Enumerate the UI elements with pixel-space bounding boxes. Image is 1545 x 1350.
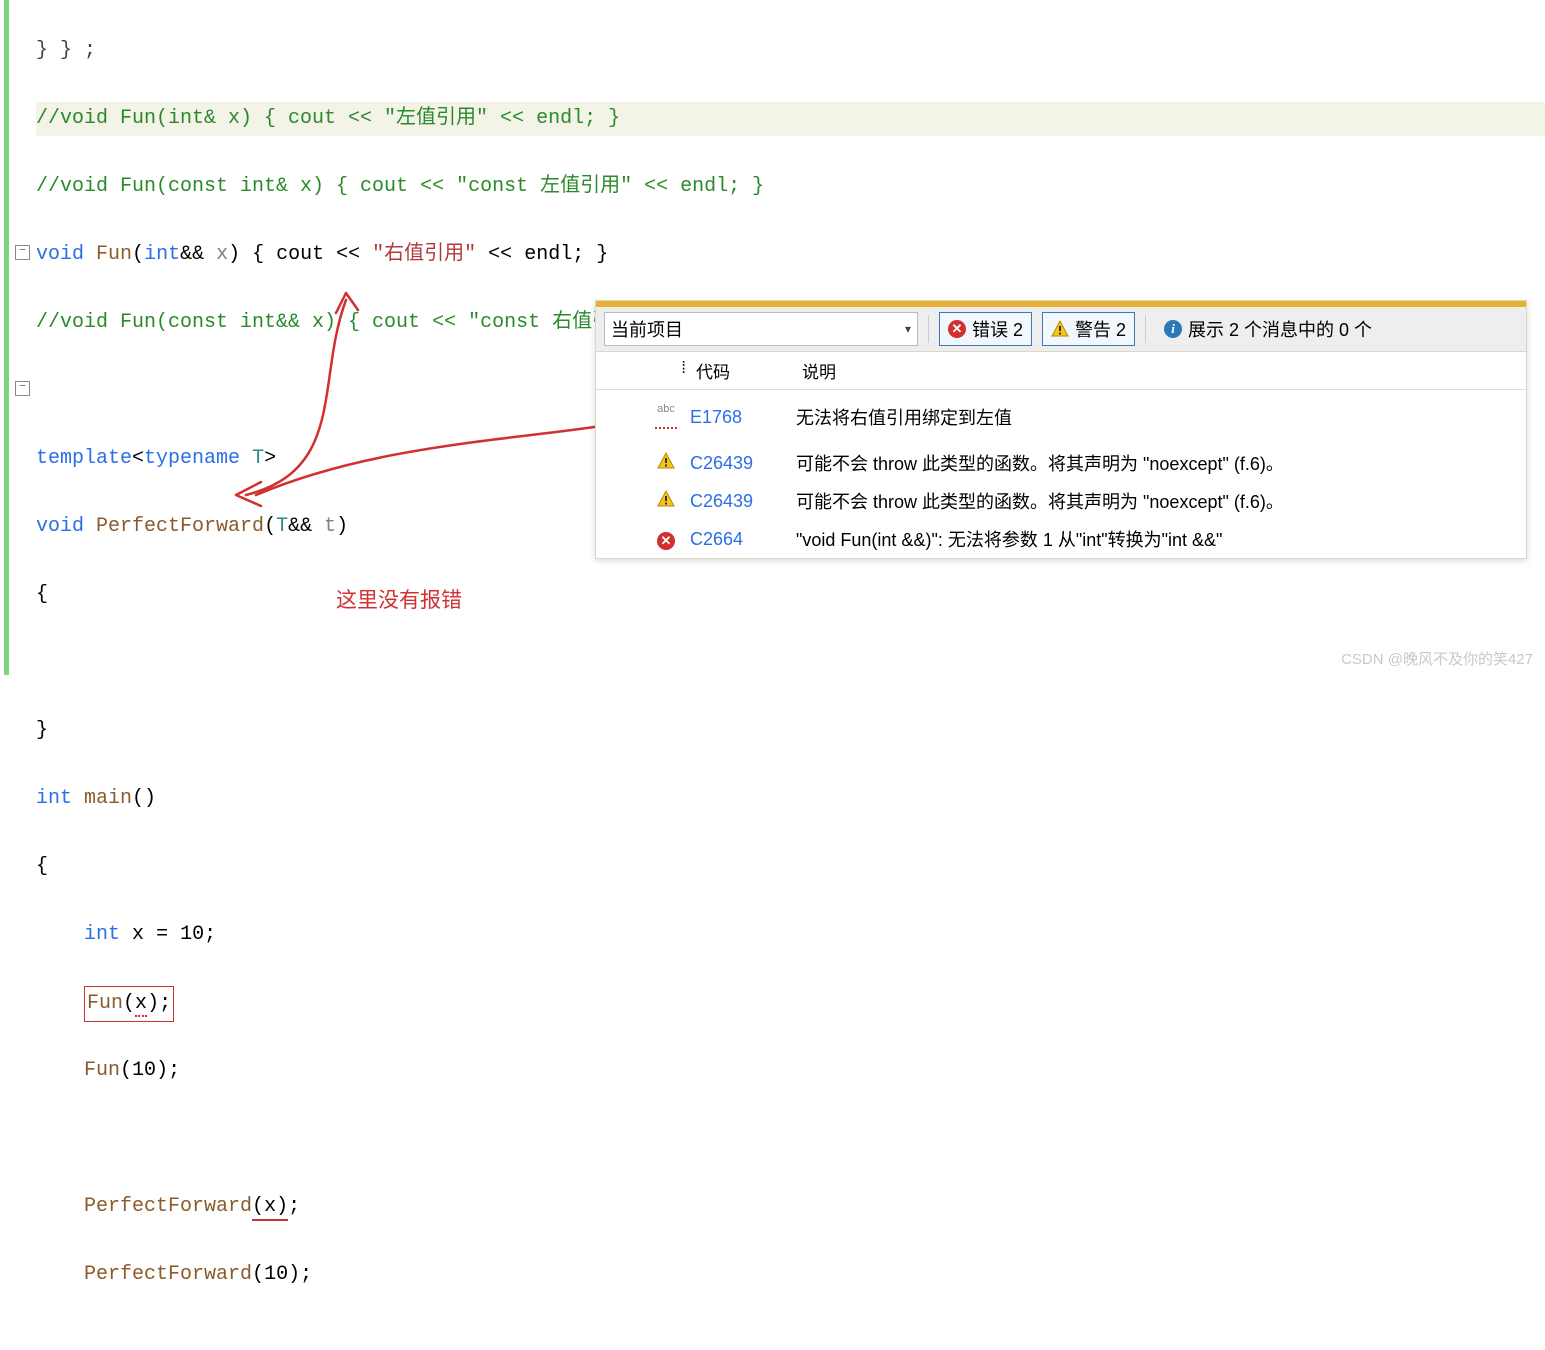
- error-list-toolbar: 当前项目 ▾ ✕ 错误 2 警告 2 i 展示 2 个消息中的 0 个: [596, 307, 1526, 352]
- code-comment: //void Fun(int& x) { cout << "左值引用" << e…: [36, 107, 620, 130]
- error-description: 可能不会 throw 此类型的函数。将其声明为 "noexcept" (f.6)…: [790, 450, 1526, 476]
- fold-column[interactable]: − −: [12, 0, 36, 675]
- error-list-header: ⁞ 代码 说明: [596, 352, 1526, 390]
- fold-toggle[interactable]: −: [15, 381, 30, 396]
- warnings-filter-button[interactable]: 警告 2: [1042, 312, 1135, 346]
- error-list-panel: 当前项目 ▾ ✕ 错误 2 警告 2 i 展示 2 个消息中的 0 个 ⁞ 代码…: [595, 300, 1527, 559]
- watermark: CSDN @晚风不及你的笑427: [1341, 648, 1533, 669]
- error-code[interactable]: C26439: [690, 491, 753, 511]
- scope-label: 当前项目: [611, 316, 683, 342]
- info-icon: i: [1164, 320, 1182, 338]
- warning-icon: [657, 452, 675, 470]
- intellisense-icon: abc: [657, 403, 675, 415]
- errors-filter-button[interactable]: ✕ 错误 2: [939, 312, 1032, 346]
- header-desc[interactable]: 说明: [796, 358, 1526, 383]
- error-row[interactable]: C26439 可能不会 throw 此类型的函数。将其声明为 "noexcept"…: [596, 444, 1526, 482]
- error-row[interactable]: ✕ C2664 "void Fun(int &&)": 无法将参数 1 从"int"…: [596, 520, 1526, 558]
- handwritten-annotation: 这里没有报错: [336, 584, 462, 618]
- error-code[interactable]: E1768: [690, 407, 742, 427]
- change-gutter: [0, 0, 12, 675]
- warning-icon: [657, 490, 675, 508]
- error-code[interactable]: C2664: [690, 529, 743, 549]
- error-icon: ✕: [948, 320, 966, 338]
- fold-toggle[interactable]: −: [15, 245, 30, 260]
- error-description: "void Fun(int &&)": 无法将参数 1 从"int"转换为"in…: [790, 526, 1526, 552]
- error-icon: ✕: [657, 532, 675, 550]
- messages-filter-button[interactable]: i 展示 2 个消息中的 0 个: [1156, 313, 1380, 345]
- error-code[interactable]: C26439: [690, 453, 753, 473]
- error-row[interactable]: abc E1768 无法将右值引用绑定到左值: [596, 390, 1526, 444]
- chevron-down-icon: ▾: [905, 322, 911, 336]
- error-row[interactable]: C26439 可能不会 throw 此类型的函数。将其声明为 "noexcept"…: [596, 482, 1526, 520]
- error-description: 可能不会 throw 此类型的函数。将其声明为 "noexcept" (f.6)…: [790, 488, 1526, 514]
- header-code[interactable]: 代码: [692, 358, 796, 383]
- error-description: 无法将右值引用绑定到左值: [790, 404, 1526, 430]
- code-comment: //void Fun(const int& x) { cout << "cons…: [36, 175, 764, 198]
- warning-icon: [1051, 320, 1069, 338]
- scope-dropdown[interactable]: 当前项目 ▾: [604, 312, 918, 346]
- error-list-rows: abc E1768 无法将右值引用绑定到左值 C26439 可能不会 throw 此类型…: [596, 390, 1526, 558]
